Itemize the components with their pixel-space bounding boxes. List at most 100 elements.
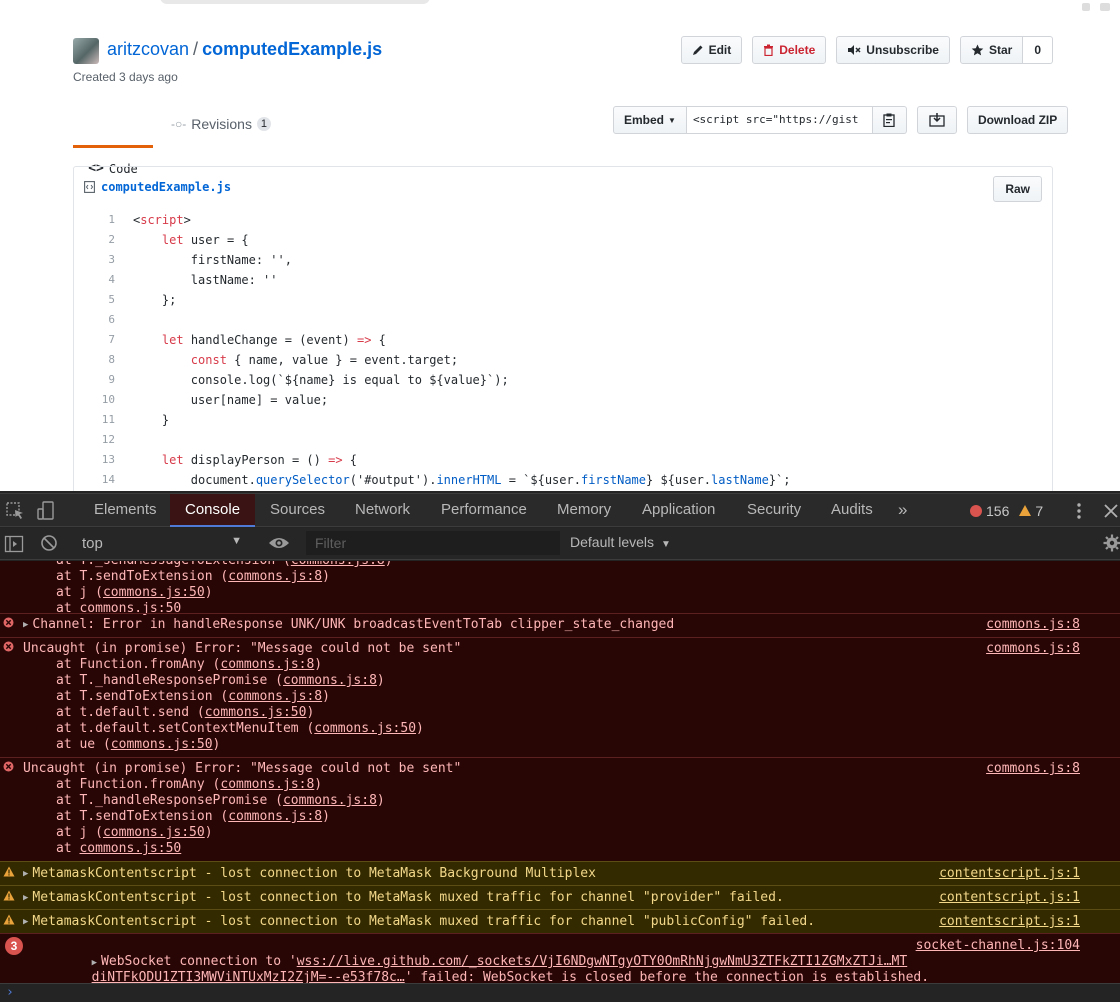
- line-number[interactable]: 7: [74, 330, 115, 350]
- copy-button[interactable]: [872, 106, 907, 134]
- device-toolbar-icon[interactable]: [36, 501, 56, 521]
- unsubscribe-button[interactable]: Unsubscribe: [836, 36, 950, 64]
- embed-dropdown[interactable]: Embed ▼: [613, 106, 687, 134]
- stack-source-link[interactable]: commons.js:8: [228, 689, 322, 704]
- stack-source-link[interactable]: commons.js:8: [228, 809, 322, 824]
- kebab-menu-icon[interactable]: [1069, 501, 1089, 521]
- filter-input[interactable]: Filter: [306, 531, 560, 555]
- source-link[interactable]: contentscript.js:1: [939, 914, 1080, 930]
- line-number[interactable]: 5: [74, 290, 115, 310]
- line-number[interactable]: 14: [74, 470, 115, 490]
- notification-icon[interactable]: [1082, 3, 1090, 11]
- stack-frame-text: ): [212, 737, 221, 752]
- gear-icon[interactable]: [1103, 534, 1120, 552]
- stack-source-link[interactable]: commons.js:8: [220, 777, 314, 792]
- line-number[interactable]: 1: [74, 210, 115, 230]
- stack-source-link[interactable]: commons.js:8: [220, 657, 314, 672]
- search-bar-edge[interactable]: [160, 0, 430, 4]
- stack-source-link[interactable]: commons.js:50: [103, 585, 205, 600]
- stack-source-link[interactable]: commons.js:50: [314, 721, 416, 736]
- file-name-link[interactable]: computedExample.js: [101, 180, 231, 194]
- tab-memory[interactable]: Memory: [547, 494, 621, 527]
- console-message-error[interactable]: Uncaught (in promise) Error: "Message co…: [0, 637, 1120, 756]
- tab-sources[interactable]: Sources: [260, 494, 335, 527]
- line-number[interactable]: 8: [74, 350, 115, 370]
- console-message-warning[interactable]: ▶ MetamaskContentscript - lost connection…: [0, 909, 1120, 933]
- context-select[interactable]: top ▼: [82, 535, 242, 552]
- line-number[interactable]: 12: [74, 430, 115, 450]
- stack-source-link[interactable]: commons.js:8: [283, 793, 377, 808]
- stack-source-link[interactable]: commons.js:50: [103, 825, 205, 840]
- raw-button[interactable]: Raw: [993, 176, 1042, 202]
- console-message-websocket-error[interactable]: 3 ▶ WebSocket connection to 'wss://live.g…: [0, 933, 1120, 985]
- source-link[interactable]: socket-channel.js:104: [916, 938, 1080, 954]
- tab-revisions[interactable]: -○- Revisions 1: [171, 102, 271, 146]
- eye-icon[interactable]: [268, 535, 290, 551]
- sidebar-toggle-icon[interactable]: [4, 534, 24, 554]
- owner-link[interactable]: aritzcovan: [107, 39, 189, 59]
- expand-arrow-icon[interactable]: ▶: [23, 866, 28, 882]
- tab-performance[interactable]: Performance: [431, 494, 537, 527]
- avatar[interactable]: [73, 38, 99, 64]
- stack-source-link[interactable]: commons.js:50: [111, 737, 213, 752]
- clear-console-icon[interactable]: [40, 534, 58, 552]
- expand-arrow-icon[interactable]: ▶: [23, 890, 28, 906]
- tab-console[interactable]: Console: [170, 494, 256, 527]
- embed-url-input[interactable]: <script src="https://gist: [686, 106, 873, 134]
- stack-frame: at j (commons.js:50): [0, 585, 1120, 601]
- line-content: console.log(`${name} is equal to ${value…: [133, 373, 509, 387]
- stack-source-link[interactable]: commons.js:8: [228, 569, 322, 584]
- edit-button[interactable]: Edit: [680, 36, 743, 64]
- code-line: 10 user[name] = value;: [74, 390, 1052, 410]
- user-menu-icon[interactable]: [1100, 3, 1110, 11]
- open-desktop-button[interactable]: [916, 106, 957, 134]
- line-number[interactable]: 6: [74, 310, 115, 330]
- line-number[interactable]: 9: [74, 370, 115, 390]
- line-number[interactable]: 10: [74, 390, 115, 410]
- stack-frame: at j (commons.js:50): [0, 825, 1120, 841]
- expand-arrow-icon[interactable]: ▶: [23, 617, 28, 636]
- tab-audits[interactable]: Audits: [821, 494, 883, 527]
- star-icon: [971, 44, 984, 56]
- expand-arrow-icon[interactable]: ▶: [23, 914, 28, 930]
- line-number[interactable]: 2: [74, 230, 115, 250]
- source-link[interactable]: commons.js:8: [986, 617, 1080, 633]
- source-link[interactable]: commons.js:8: [986, 761, 1080, 777]
- gist-filename-link[interactable]: computedExample.js: [202, 39, 382, 59]
- stack-source-link[interactable]: commons.js:50: [79, 841, 181, 856]
- prompt-caret-icon: ›: [6, 985, 14, 1000]
- console-prompt[interactable]: ›: [0, 983, 1120, 1002]
- console-message-warning[interactable]: ▶ MetamaskContentscript - lost connection…: [0, 885, 1120, 909]
- console-message-error[interactable]: Uncaught (in promise) Error: "Message co…: [0, 757, 1120, 860]
- more-tabs-button[interactable]: »: [888, 494, 917, 527]
- console-message-error[interactable]: ▶ Channel: Error in handleResponse UNK/UN…: [0, 613, 1120, 636]
- log-levels-dropdown[interactable]: Default levels ▼: [570, 534, 671, 550]
- source-link[interactable]: commons.js:8: [986, 641, 1080, 657]
- stack-source-link[interactable]: commons.js:50: [205, 705, 307, 720]
- delete-button[interactable]: Delete: [752, 36, 827, 64]
- tab-security[interactable]: Security: [737, 494, 811, 527]
- code-line: 7 let handleChange = (event) => {: [74, 330, 1052, 350]
- issue-counter[interactable]: 156 7: [970, 494, 1043, 527]
- stack-source-link[interactable]: commons.js:8: [283, 673, 377, 688]
- inspect-element-icon[interactable]: [6, 501, 26, 521]
- stack-frame: at T.sendToExtension (commons.js:8): [0, 689, 1120, 705]
- tab-application[interactable]: Application: [632, 494, 725, 527]
- star-count[interactable]: 0: [1023, 36, 1053, 64]
- tab-network[interactable]: Network: [345, 494, 420, 527]
- line-number[interactable]: 3: [74, 250, 115, 270]
- stack-frame-text: ): [314, 777, 323, 792]
- stack-source-link[interactable]: commons.js:8: [291, 561, 385, 568]
- source-link[interactable]: contentscript.js:1: [939, 866, 1080, 882]
- tab-elements[interactable]: Elements: [84, 494, 167, 527]
- close-icon[interactable]: [1101, 501, 1120, 521]
- console-message-warning[interactable]: ▶ MetamaskContentscript - lost connection…: [0, 861, 1120, 885]
- line-number[interactable]: 4: [74, 270, 115, 290]
- line-number[interactable]: 11: [74, 410, 115, 430]
- download-zip-button[interactable]: Download ZIP: [966, 106, 1069, 134]
- source-link[interactable]: contentscript.js:1: [939, 890, 1080, 906]
- star-button[interactable]: Star: [959, 36, 1024, 64]
- line-number[interactable]: 13: [74, 450, 115, 470]
- code-line: 6: [74, 310, 1052, 330]
- stack-frame: at T._handleResponsePromise (commons.js:…: [0, 673, 1120, 689]
